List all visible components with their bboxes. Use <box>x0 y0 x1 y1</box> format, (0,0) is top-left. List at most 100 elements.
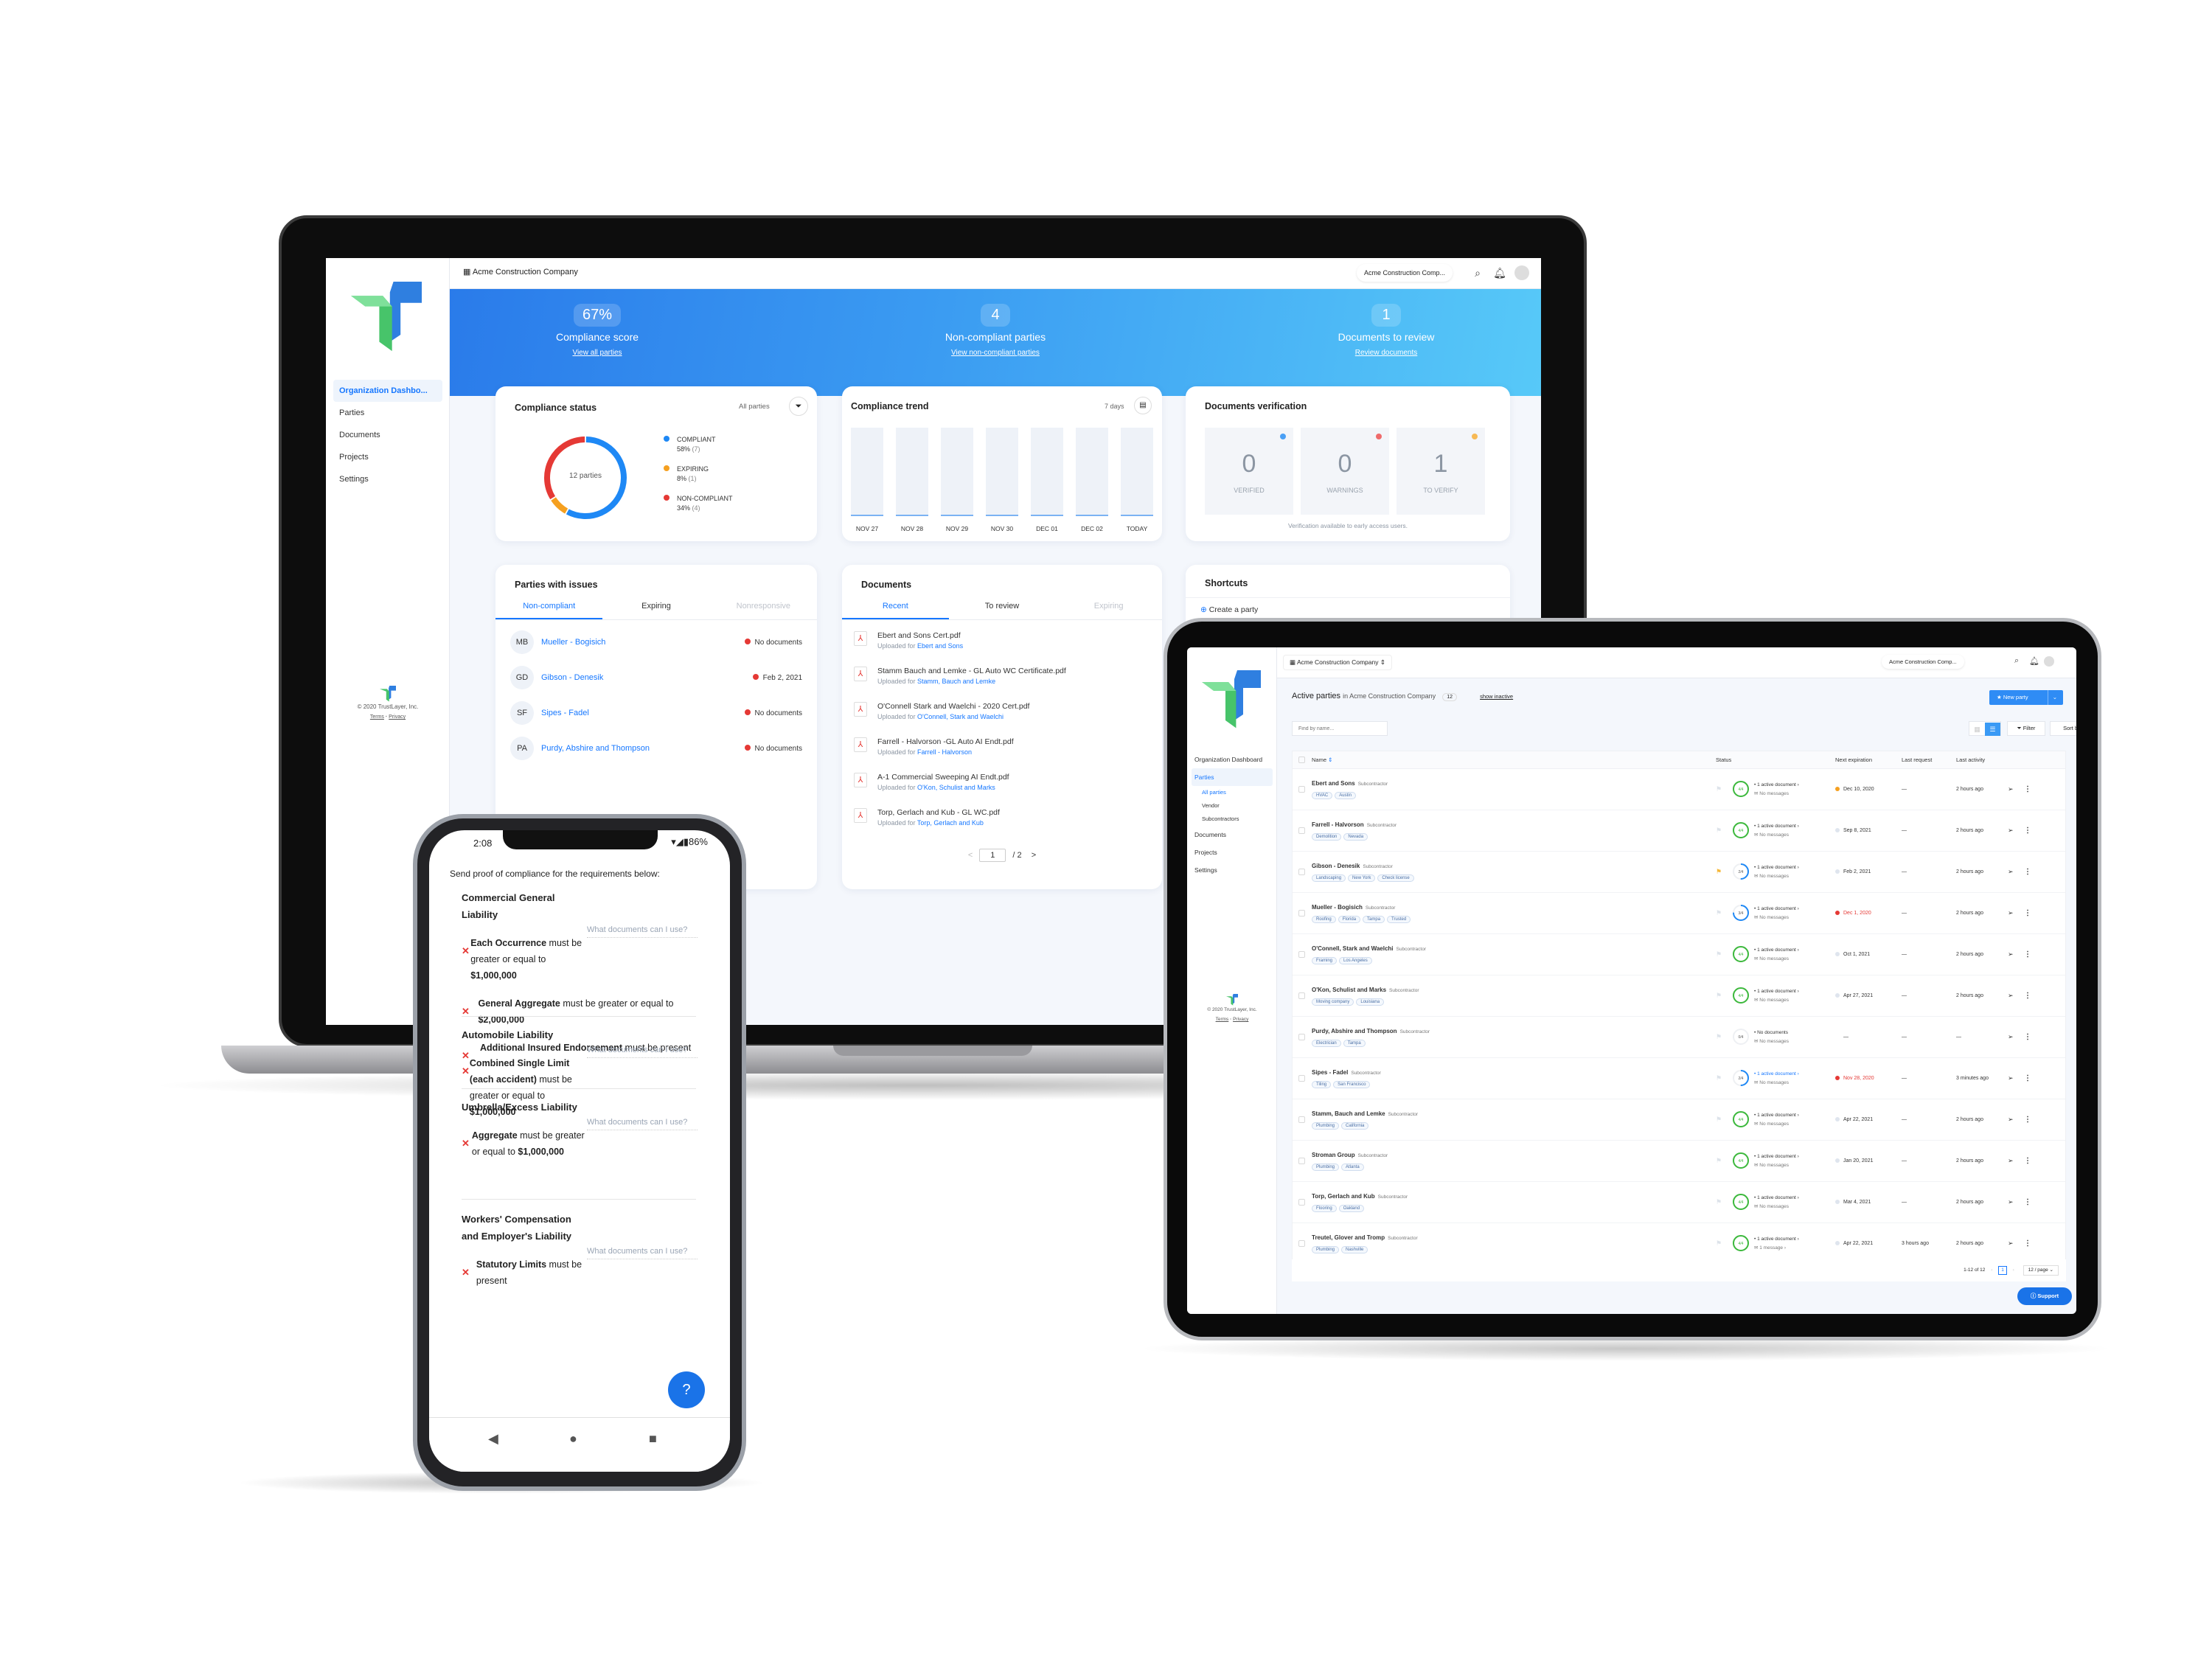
party-tag[interactable]: California <box>1341 1121 1369 1130</box>
more-options-icon[interactable]: ⋮ <box>2024 827 2039 835</box>
party-tag[interactable]: Plumbing <box>1312 1163 1340 1171</box>
org-selector[interactable]: Acme Construction Comp... <box>1357 264 1453 282</box>
party-link[interactable]: Ebert and Sons <box>917 642 963 650</box>
help-button[interactable]: ? <box>668 1371 705 1408</box>
party-name[interactable]: Treutel, Glover and Tromp Subcontractor <box>1312 1234 1716 1241</box>
party-link[interactable]: O'Kon, Schulist and Marks <box>917 784 995 791</box>
active-documents-link[interactable]: • 1 active document › <box>1754 987 1835 996</box>
sidebar-subitem-vendor[interactable]: Vendor <box>1192 799 1273 813</box>
messages-link[interactable]: ✉ No messages <box>1754 914 1835 922</box>
org-switcher[interactable]: ▦ Acme Construction Company ⇕ <box>1283 655 1392 670</box>
calendar-icon[interactable]: ▤ <box>1134 397 1152 414</box>
tab-non-compliant[interactable]: Non-compliant <box>495 594 603 619</box>
more-options-icon[interactable]: ⋮ <box>2024 1239 2039 1248</box>
sidebar-item-settings[interactable]: Settings <box>1192 861 1273 879</box>
more-options-icon[interactable]: ⋮ <box>2024 1157 2039 1165</box>
recents-icon[interactable]: ■ <box>649 1431 657 1447</box>
org-title[interactable]: ▦ Acme Construction Company <box>463 267 578 276</box>
send-request-icon[interactable]: ➢ <box>2008 992 2024 1000</box>
party-tag[interactable]: Electrician <box>1312 1039 1341 1047</box>
document-name[interactable]: Torp, Gerlach and Kub - GL WC.pdf <box>877 808 1000 817</box>
party-tag[interactable]: HVAC <box>1312 791 1333 799</box>
party-link[interactable]: Mueller - Bogisich <box>541 638 745 647</box>
party-tag[interactable]: Nevada <box>1343 832 1368 841</box>
avatar[interactable] <box>1514 265 1529 280</box>
party-tag[interactable]: Nashville <box>1341 1245 1368 1253</box>
document-row[interactable]: ⅄ Farrell - Halvorson -GL Auto AI Endt.pd… <box>842 732 1162 768</box>
back-icon[interactable]: ◀ <box>488 1431 498 1447</box>
party-tag[interactable]: Flooring <box>1312 1204 1337 1212</box>
new-party-button[interactable]: ★ New party ⌄ <box>1989 690 2063 705</box>
send-request-icon[interactable]: ➢ <box>2008 1157 2024 1165</box>
flag-icon[interactable]: ⚑ <box>1716 992 1732 1000</box>
party-tag[interactable]: Austin <box>1335 791 1356 799</box>
view-all-parties-link[interactable]: View all parties <box>487 349 708 357</box>
party-link[interactable]: Purdy, Abshire and Thompson <box>541 744 745 753</box>
sidebar-item-projects[interactable]: Projects <box>1192 844 1273 861</box>
document-name[interactable]: A-1 Commercial Sweeping AI Endt.pdf <box>877 773 1009 782</box>
document-name[interactable]: Ebert and Sons Cert.pdf <box>877 631 963 640</box>
party-tag[interactable]: San Francisco <box>1333 1080 1371 1088</box>
row-checkbox[interactable] <box>1298 1240 1305 1247</box>
row-checkbox[interactable] <box>1298 992 1305 999</box>
view-toggle[interactable]: ▦ ☰ <box>1969 721 2001 736</box>
prev-page-button[interactable]: < <box>968 851 973 860</box>
table-row[interactable]: Torp, Gerlach and Kub Subcontractor Floori… <box>1293 1182 2065 1223</box>
party-link[interactable]: O'Connell, Stark and Waelchi <box>917 713 1004 720</box>
flag-icon[interactable]: ⚑ <box>1716 1074 1732 1082</box>
send-request-icon[interactable]: ➢ <box>2008 1239 2024 1248</box>
issue-row[interactable]: MB Mueller - Bogisich No documents <box>495 625 817 660</box>
more-options-icon[interactable]: ⋮ <box>2024 1198 2039 1206</box>
what-documents-link[interactable]: What documents can I use? <box>587 1245 698 1259</box>
active-documents-link[interactable]: • 1 active document › <box>1754 1111 1835 1120</box>
active-documents-link[interactable]: • 1 active document › <box>1754 1152 1835 1161</box>
next-page-button[interactable]: › <box>2013 1267 2014 1273</box>
select-all-checkbox[interactable] <box>1298 757 1305 763</box>
support-button[interactable]: ⓘ Support <box>2017 1287 2072 1305</box>
party-link[interactable]: Sipes - Fadel <box>541 709 745 717</box>
sidebar-item-documents[interactable]: Documents <box>333 424 442 446</box>
party-name[interactable]: Torp, Gerlach and Kub Subcontractor <box>1312 1193 1716 1200</box>
more-options-icon[interactable]: ⋮ <box>2024 868 2039 876</box>
document-row[interactable]: ⅄ Stamm Bauch and Lemke - GL Auto WC Cert… <box>842 661 1162 697</box>
table-row[interactable]: Gibson - Denesik Subcontractor Landscaping… <box>1293 852 2065 893</box>
party-link[interactable]: Stamm, Bauch and Lemke <box>917 678 995 685</box>
flag-icon[interactable]: ⚑ <box>1716 1033 1732 1041</box>
flag-icon[interactable]: ⚑ <box>1716 785 1732 793</box>
flag-icon[interactable]: ⚑ <box>1716 909 1732 917</box>
review-documents-link[interactable]: Review documents <box>1276 349 1497 357</box>
row-checkbox[interactable] <box>1298 786 1305 793</box>
party-tag[interactable]: Trusted <box>1387 915 1411 923</box>
party-tag[interactable]: Florida <box>1338 915 1361 923</box>
active-documents-link[interactable]: • 1 active document › <box>1754 1235 1835 1244</box>
more-options-icon[interactable]: ⋮ <box>2024 785 2039 793</box>
party-name[interactable]: Sipes - Fadel Subcontractor <box>1312 1069 1716 1076</box>
active-documents-link[interactable]: • 1 active document › <box>1754 905 1835 914</box>
send-request-icon[interactable]: ➢ <box>2008 1074 2024 1082</box>
page-1-button[interactable]: 1 <box>1998 1266 2007 1275</box>
table-row[interactable]: O'Connell, Stark and Waelchi Subcontracto… <box>1293 934 2065 975</box>
active-documents-link[interactable]: • 1 active document › <box>1754 1070 1835 1079</box>
table-row[interactable]: Treutel, Glover and Tromp Subcontractor Pl… <box>1293 1223 2065 1265</box>
table-row[interactable]: Stamm, Bauch and Lemke Subcontractor Plumb… <box>1293 1099 2065 1141</box>
party-tag[interactable]: Plumbing <box>1312 1245 1340 1253</box>
document-name[interactable]: Farrell - Halvorson -GL Auto AI Endt.pdf <box>877 737 1014 746</box>
send-request-icon[interactable]: ➢ <box>2008 868 2024 876</box>
tab-to-review[interactable]: To review <box>949 594 1056 619</box>
search-icon[interactable]: ⌕ <box>1470 265 1485 280</box>
messages-link[interactable]: ✉ No messages <box>1754 996 1835 1005</box>
col-last-request[interactable]: Last request <box>1902 757 1956 763</box>
more-options-icon[interactable]: ⋮ <box>2024 992 2039 1000</box>
row-checkbox[interactable] <box>1298 910 1305 917</box>
party-tag[interactable]: Roofing <box>1312 915 1336 923</box>
sidebar-item-documents[interactable]: Documents <box>1192 826 1273 844</box>
row-checkbox[interactable] <box>1298 1199 1305 1206</box>
messages-link[interactable]: ✉ No messages <box>1754 1037 1835 1046</box>
sidebar-item-parties[interactable]: Parties <box>1192 768 1273 786</box>
sidebar-item-dashboard[interactable]: Organization Dashbo... <box>333 380 442 402</box>
active-documents-link[interactable]: • 1 active document › <box>1754 822 1835 831</box>
table-row[interactable]: Ebert and Sons Subcontractor HVAC Austin ⚑ 4/… <box>1293 769 2065 810</box>
col-name[interactable]: Name ⇕ <box>1312 757 1716 763</box>
send-request-icon[interactable]: ➢ <box>2008 827 2024 835</box>
party-name[interactable]: Stamm, Bauch and Lemke Subcontractor <box>1312 1110 1716 1117</box>
